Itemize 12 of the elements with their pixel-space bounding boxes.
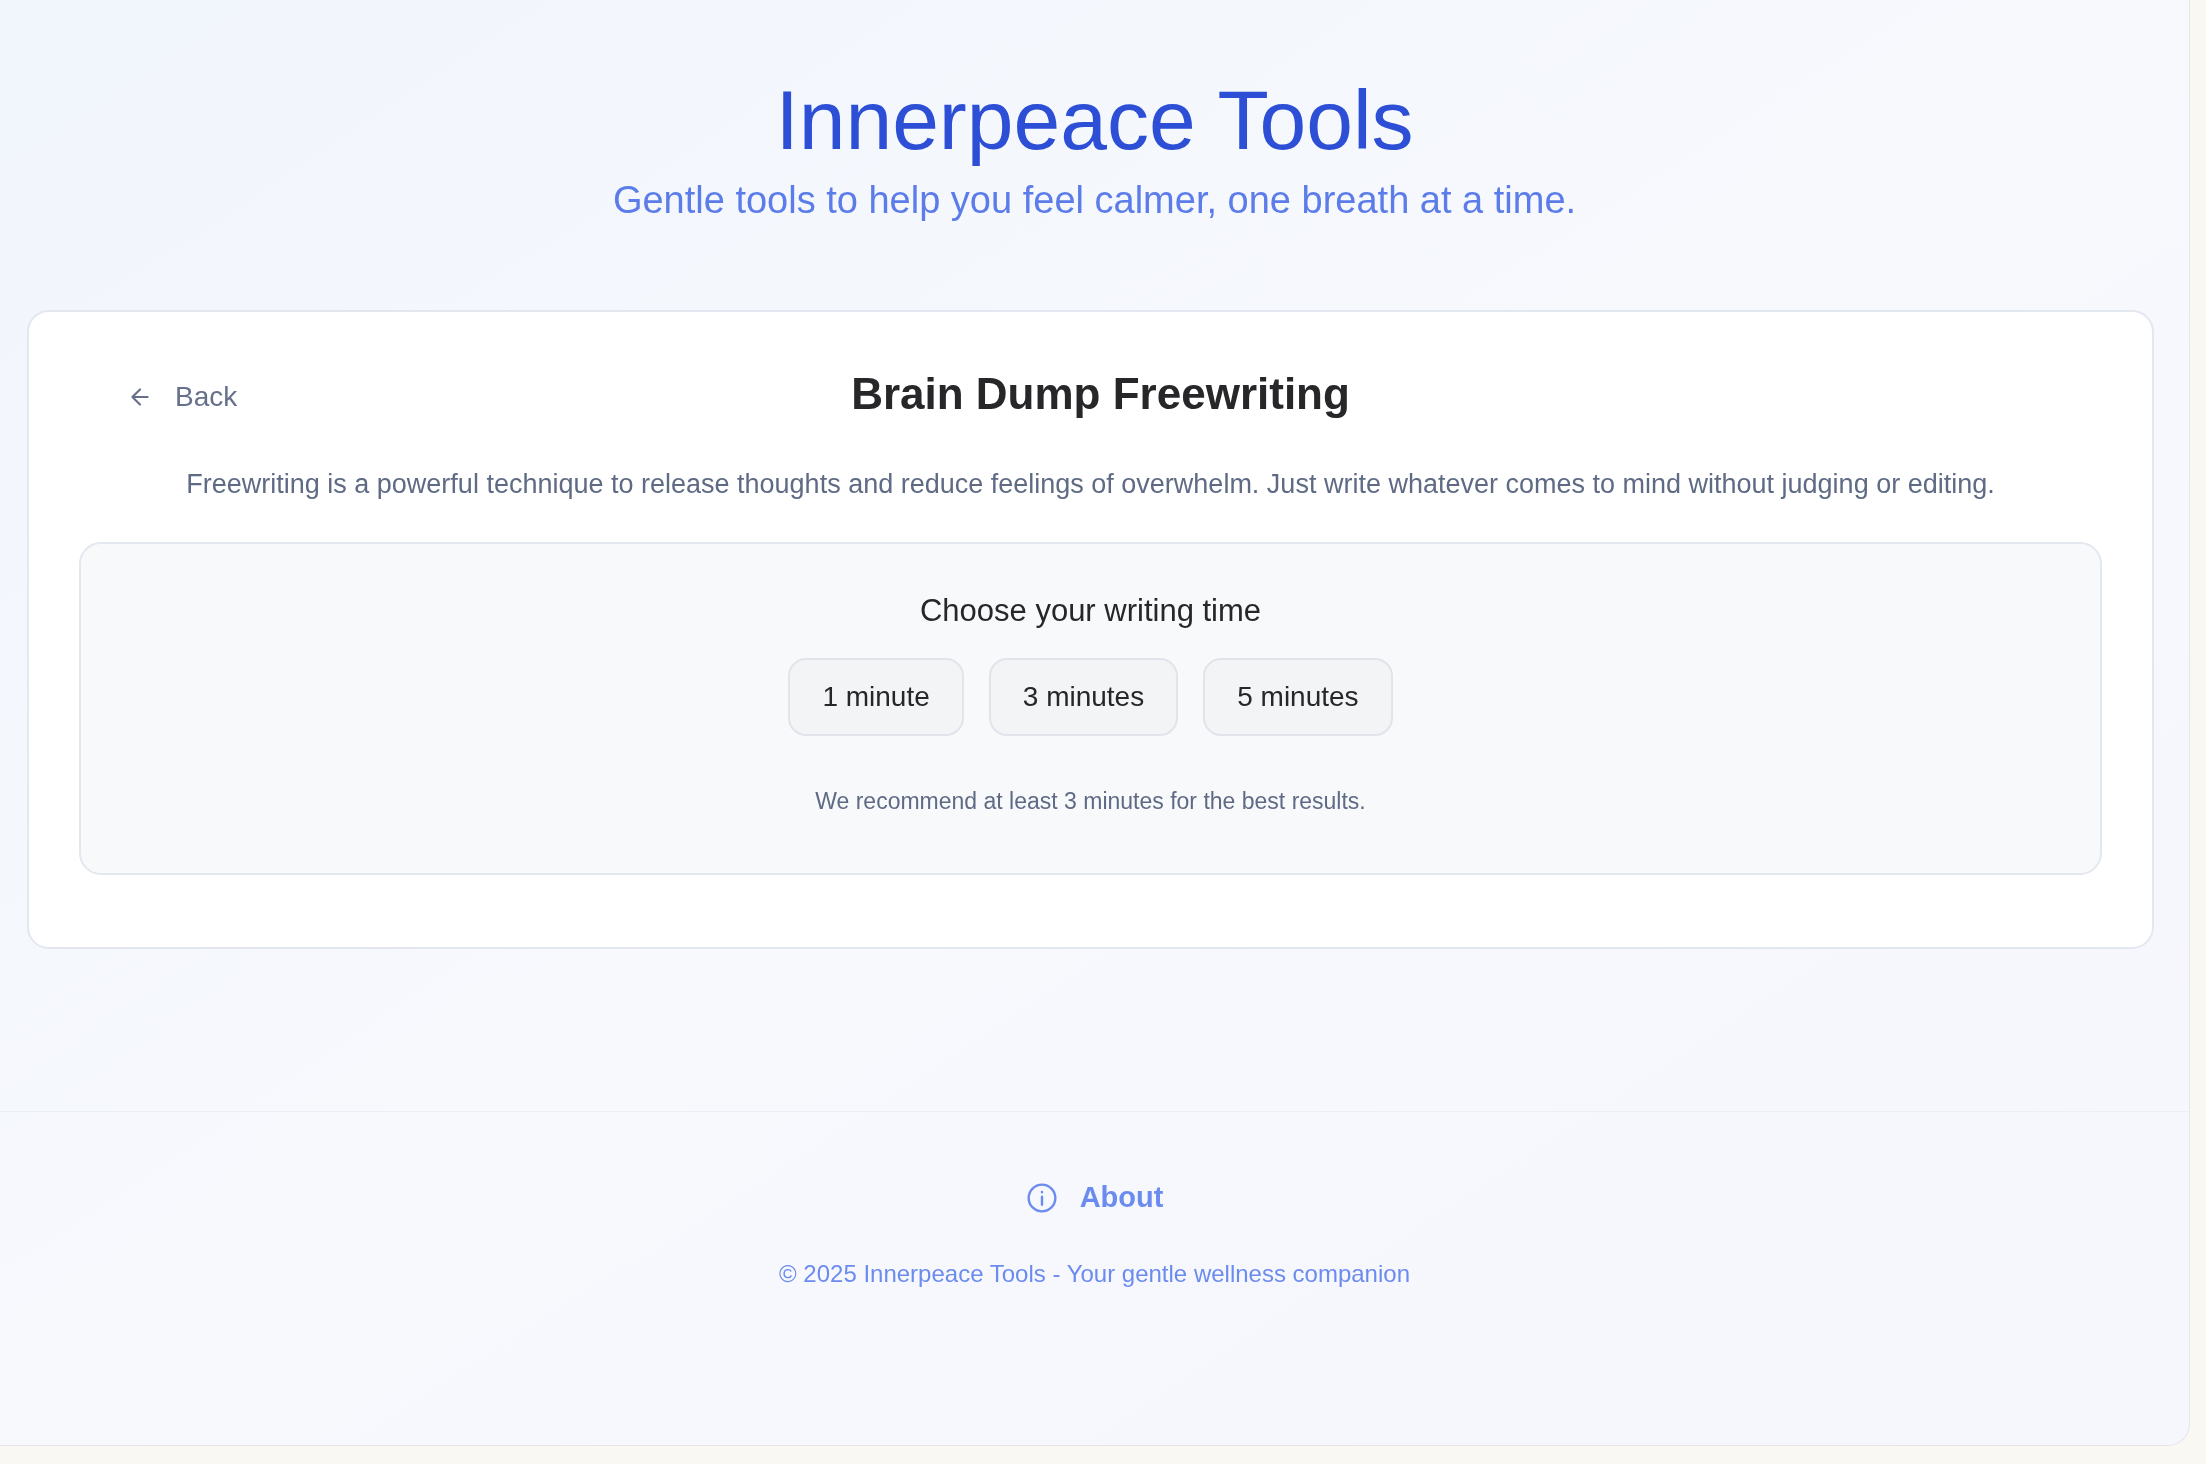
time-option-button[interactable]: 1 minute xyxy=(788,658,964,736)
recommendation-note: We recommend at least 3 minutes for the best results. xyxy=(815,787,1366,816)
back-button[interactable]: Back xyxy=(127,376,238,418)
info-icon xyxy=(1025,1181,1058,1214)
site-title: Innerpeace Tools xyxy=(775,72,1414,169)
panel-heading: Choose your writing time xyxy=(919,592,1262,630)
site-subtitle: Gentle tools to help you feel calmer, one breath at a time. xyxy=(612,178,1577,223)
time-option-button[interactable]: 5 minutes xyxy=(1203,658,1393,736)
tool-description: Freewriting is a powerful technique to release thoughts and reduce feelings of overwhelm. Just write whatever comes to mind without judging or editing. xyxy=(185,468,1996,501)
copyright-text: © 2025 Innerpeace Tools - Your gentle wellness companion xyxy=(779,1258,1410,1289)
tool-title: Brain Dump Freewriting xyxy=(851,368,1350,420)
time-option-button[interactable]: 3 minutes xyxy=(988,658,1179,736)
